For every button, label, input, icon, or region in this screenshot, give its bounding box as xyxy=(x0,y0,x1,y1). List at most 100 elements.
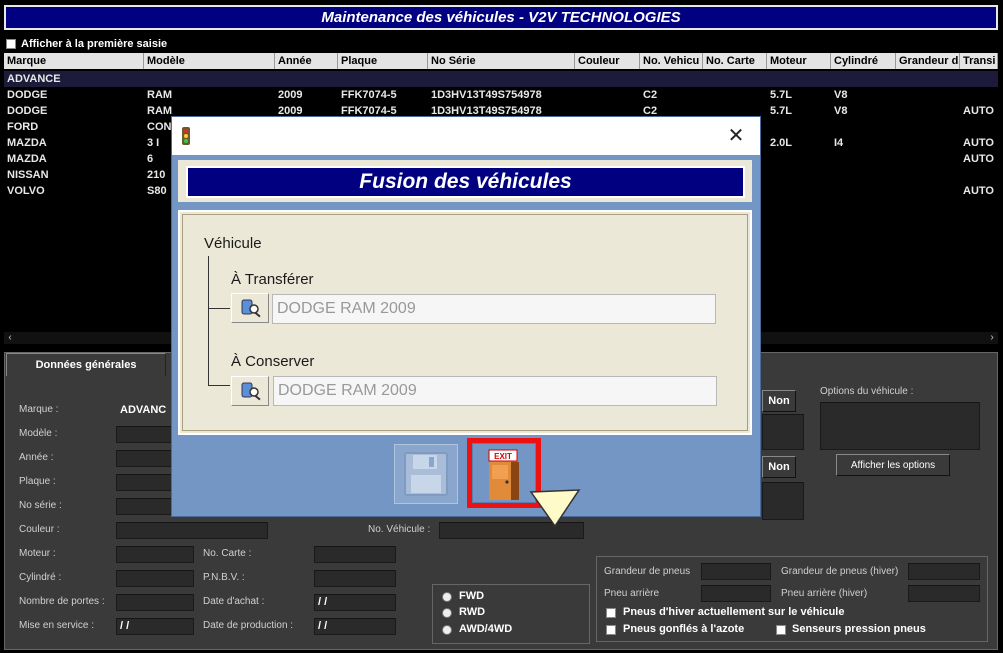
table-cell: 1D3HV13T49S754978 xyxy=(431,89,542,101)
table-cell: 5.7L xyxy=(770,105,793,117)
table-cell xyxy=(960,119,998,135)
grid-header: Marque Modèle Année Plaque No Série Coul… xyxy=(4,53,998,69)
col-cylindre[interactable]: Cylindré xyxy=(831,53,896,69)
label-pneus-hiver: Grandeur de pneus (hiver) xyxy=(781,566,899,577)
table-cell xyxy=(575,87,640,103)
dialog-titlebar[interactable] xyxy=(172,117,760,155)
table-cell: 2009 xyxy=(278,89,303,101)
field-annee[interactable] xyxy=(116,450,174,467)
table-cell xyxy=(767,119,831,135)
field-right-1[interactable] xyxy=(762,414,804,450)
table-cell: AUTO xyxy=(963,137,994,149)
table-cell: MAZDA xyxy=(7,153,47,165)
table-cell xyxy=(767,183,831,199)
col-no-serie[interactable]: No Série xyxy=(428,53,575,69)
label-pneu-arriere-hiver: Pneu arrière (hiver) xyxy=(781,588,868,599)
field-portes[interactable] xyxy=(116,594,194,611)
section-vehicule: Véhicule xyxy=(204,235,262,252)
label-options: Options du véhicule : xyxy=(820,386,914,397)
scroll-left-icon[interactable]: ‹ xyxy=(4,332,16,344)
table-cell: I4 xyxy=(834,137,844,149)
col-modele[interactable]: Modèle xyxy=(144,53,275,69)
app-title: Maintenance des véhicules - V2V TECHNOLO… xyxy=(4,5,998,30)
label-plaque: Plaque : xyxy=(19,476,56,487)
group-row[interactable]: ADVANCE xyxy=(4,71,998,87)
table-cell xyxy=(896,135,960,151)
table-cell: V8 xyxy=(834,89,848,101)
field-pneu-arriere[interactable] xyxy=(701,585,771,602)
field-modele[interactable] xyxy=(116,426,174,443)
options-textarea[interactable] xyxy=(820,402,980,450)
field-pneus[interactable] xyxy=(701,563,771,580)
field-plaque[interactable] xyxy=(116,474,174,491)
col-no-vehicule[interactable]: No. Vehicu xyxy=(640,53,703,69)
col-marque[interactable]: Marque xyxy=(4,53,144,69)
close-icon[interactable]: ✕ xyxy=(722,124,750,148)
field-marque[interactable]: ADVANC xyxy=(116,402,176,419)
radio-awd[interactable] xyxy=(442,625,452,635)
label-annee: Année : xyxy=(19,452,54,463)
table-cell xyxy=(831,183,896,199)
check-winter-tires[interactable] xyxy=(606,608,616,618)
check-nitrogen[interactable] xyxy=(606,625,616,635)
tab-general[interactable]: Données générales xyxy=(6,353,166,376)
label-moteur: Moteur : xyxy=(19,548,56,559)
table-cell: RAM xyxy=(147,89,173,101)
field-mise-service[interactable]: / / xyxy=(116,618,194,635)
non-button-1[interactable]: Non xyxy=(762,390,796,412)
search-vehicle-icon xyxy=(241,382,261,401)
label-fwd: FWD xyxy=(459,590,485,602)
table-cell: NISSAN xyxy=(7,169,49,181)
col-transmission[interactable]: Transi xyxy=(960,53,998,69)
table-cell: AUTO xyxy=(963,153,994,165)
show-first-checkbox[interactable]: Afficher à la première saisie xyxy=(6,38,167,50)
col-couleur[interactable]: Couleur xyxy=(575,53,640,69)
radio-fwd[interactable] xyxy=(442,592,452,602)
search-vehicle-icon xyxy=(241,299,261,318)
scroll-right-icon[interactable]: › xyxy=(986,332,998,344)
table-cell xyxy=(896,87,960,103)
group-label: ADVANCE xyxy=(7,73,61,85)
field-moteur[interactable] xyxy=(116,546,194,563)
label-date-production: Date de production : xyxy=(203,620,294,631)
save-button[interactable] xyxy=(394,444,458,504)
field-date-production[interactable]: / / xyxy=(314,618,396,635)
label-modele: Modèle : xyxy=(19,428,58,439)
dialog-banner: Fusion des véhicules xyxy=(186,166,745,198)
label-transfer: À Transférer xyxy=(231,271,314,288)
col-grandeur[interactable]: Grandeur d xyxy=(896,53,960,69)
col-annee[interactable]: Année xyxy=(275,53,338,69)
col-plaque[interactable]: Plaque xyxy=(338,53,428,69)
non-button-2[interactable]: Non xyxy=(762,456,796,478)
field-couleur[interactable] xyxy=(116,522,268,539)
check-pressure-sensors[interactable] xyxy=(776,625,786,635)
radio-rwd[interactable] xyxy=(442,608,452,618)
label-couleur: Couleur : xyxy=(19,524,60,535)
col-no-carte[interactable]: No. Carte xyxy=(703,53,767,69)
label-no-serie: No série : xyxy=(19,500,62,511)
pointer-arrow-icon xyxy=(529,489,581,528)
field-cylindre[interactable] xyxy=(116,570,194,587)
field-right-2[interactable] xyxy=(762,482,804,520)
label-keep: À Conserver xyxy=(231,353,315,370)
field-pnbv[interactable] xyxy=(314,570,396,587)
field-pneus-hiver[interactable] xyxy=(908,563,980,580)
label-portes: Nombre de portes : xyxy=(19,596,105,607)
table-cell: VOLVO xyxy=(7,185,45,197)
checkbox-box[interactable] xyxy=(6,39,16,49)
label-pneus: Grandeur de pneus xyxy=(604,566,691,577)
table-row[interactable]: DODGE RAM 2009 FFK7074-5 1D3HV13T49S754978 C2… xyxy=(4,87,998,103)
table-cell: V8 xyxy=(834,105,848,117)
field-no-carte[interactable] xyxy=(314,546,396,563)
keep-vehicle-field[interactable]: DODGE RAM 2009 xyxy=(273,376,717,406)
field-date-achat[interactable]: / / xyxy=(314,594,396,611)
show-options-button[interactable]: Afficher les options xyxy=(836,454,950,476)
transfer-lookup-button[interactable] xyxy=(231,293,269,323)
label-no-carte: No. Carte : xyxy=(203,548,252,559)
transfer-vehicle-field[interactable]: DODGE RAM 2009 xyxy=(272,294,716,324)
field-pneu-arriere-hiver[interactable] xyxy=(908,585,980,602)
col-moteur[interactable]: Moteur xyxy=(767,53,831,69)
field-no-serie[interactable] xyxy=(116,498,174,515)
keep-lookup-button[interactable] xyxy=(231,376,269,406)
label-awd: AWD/4WD xyxy=(459,623,513,635)
